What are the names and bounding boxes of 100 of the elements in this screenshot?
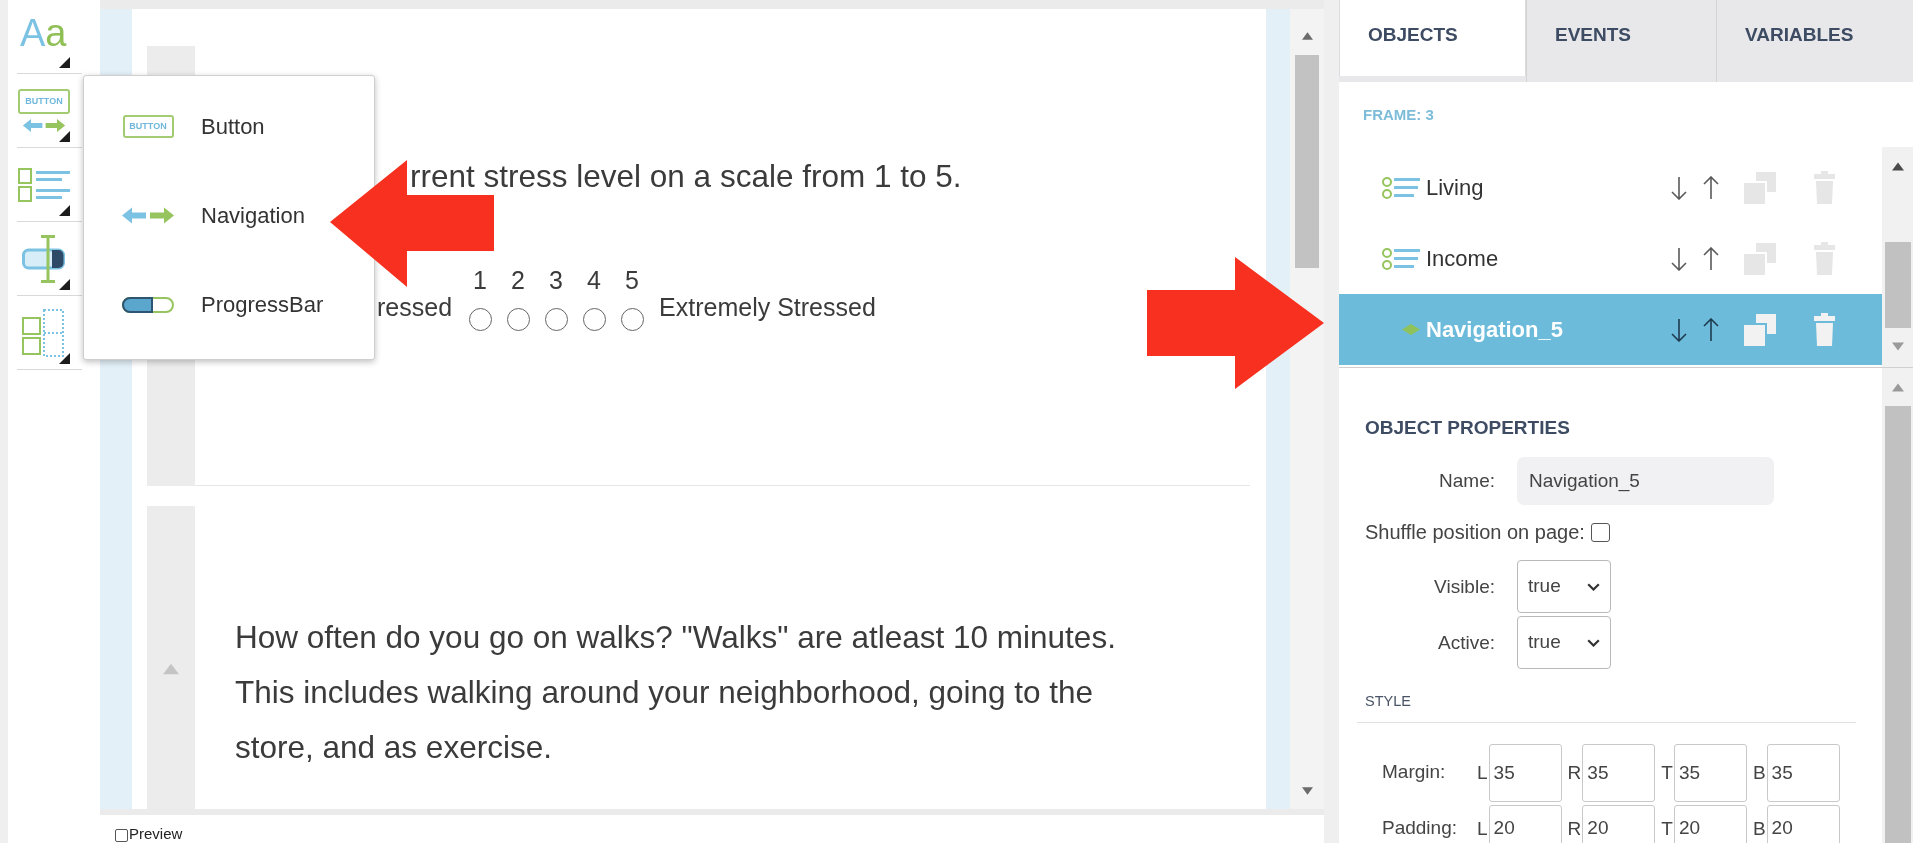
list-icon (1382, 174, 1420, 201)
double-arrow-icon (122, 207, 174, 224)
radio-button[interactable] (582, 308, 606, 331)
side-label: B (1752, 762, 1766, 784)
field-label: Visible: (1434, 575, 1495, 598)
copy-icon (1744, 313, 1776, 346)
arrow-down-icon (1670, 317, 1688, 342)
scrollbar-thumb[interactable] (1295, 55, 1319, 268)
trash-icon (1814, 171, 1835, 204)
scale-label: Extremely Stressed (659, 292, 876, 322)
arrow-up-icon (1702, 317, 1720, 342)
layout-grid-icon (22, 308, 64, 357)
chevron-down-icon (1587, 582, 1600, 591)
move-down-button[interactable] (1670, 175, 1688, 200)
menu-item[interactable]: Navigation (122, 171, 305, 260)
list-icon (18, 167, 70, 202)
number-field[interactable]: 35 (1673, 744, 1747, 802)
chevron-down-icon (1587, 638, 1600, 647)
radio-button[interactable] (620, 308, 644, 331)
copy-icon (1744, 242, 1776, 275)
arrow-down-icon (1670, 175, 1688, 200)
scale-label: ressed (377, 292, 453, 322)
scrollbar[interactable] (1290, 9, 1324, 809)
scale-number: 5 (625, 266, 639, 294)
corner-triangle-icon (59, 205, 70, 216)
number-field[interactable]: 20 (1488, 805, 1562, 843)
object-name: Living (1426, 174, 1484, 201)
side-label: L (1477, 762, 1488, 784)
move-up-button[interactable] (1702, 246, 1720, 271)
object-name: Income (1426, 245, 1499, 272)
radio-button[interactable] (544, 308, 568, 331)
checkbox[interactable] (115, 829, 128, 842)
scale-number: 4 (587, 266, 601, 294)
move-down-button[interactable] (1670, 317, 1688, 342)
panel-tab[interactable]: OBJECTS (1339, 0, 1526, 76)
dropdown-select[interactable]: true (1517, 616, 1611, 669)
checkbox[interactable] (1590, 522, 1610, 542)
scrollbar[interactable] (1882, 147, 1913, 367)
section-heading: OBJECT PROPERTIES (1365, 417, 1570, 438)
name-field[interactable]: Navigation_5 (1517, 457, 1774, 505)
side-label: T (1661, 817, 1673, 840)
checkbox-label: Preview (129, 825, 183, 842)
field-label: Margin: (1382, 761, 1446, 782)
dropdown-select[interactable]: true (1517, 560, 1611, 613)
side-label: L (1477, 817, 1488, 840)
arrow-up-icon (1702, 246, 1720, 271)
trash-icon (1814, 313, 1835, 346)
copy-icon (1744, 171, 1776, 204)
side-label: R (1567, 762, 1582, 784)
scale-number: 3 (549, 266, 563, 294)
move-up-button[interactable] (1702, 175, 1720, 200)
scale-number: 1 (473, 266, 487, 294)
number-field[interactable]: 35 (1766, 744, 1840, 802)
question-text: rrent stress level on a scale from 1 to 5. (410, 160, 962, 192)
scroll-down-icon[interactable] (1301, 787, 1313, 795)
side-label: B (1752, 817, 1766, 840)
object-name: Navigation_5 (1426, 316, 1563, 343)
corner-triangle-icon (59, 57, 70, 68)
arrow-down-icon (1670, 246, 1688, 271)
duplicate-button[interactable] (1744, 313, 1776, 346)
scrollbar-thumb[interactable] (1884, 406, 1911, 843)
corner-triangle-icon (59, 353, 70, 364)
number-field[interactable]: 35 (1582, 744, 1656, 802)
button-glyph: BUTTON (122, 115, 174, 138)
radio-button[interactable] (468, 308, 492, 331)
menu-item[interactable]: ProgressBar (122, 260, 324, 349)
side-label: R (1567, 817, 1582, 840)
progress-bar-icon (122, 296, 174, 313)
corner-triangle-icon (59, 131, 70, 142)
scroll-up-icon[interactable] (1891, 162, 1904, 171)
field-label: Padding: (1382, 816, 1457, 838)
number-field[interactable]: 20 (1766, 805, 1840, 843)
diamond-icon (1402, 324, 1420, 335)
question-text: How often do you go on walks? "Walks" are atleast 10 minutes. This includes walking around your neighborhood, going to the store, and as exercise. (235, 618, 1117, 767)
number-field[interactable]: 20 (1582, 805, 1656, 843)
field-label: Shuffle position on page: (1365, 521, 1585, 543)
field-label: Active: (1437, 631, 1495, 654)
field-label: Name: (1439, 470, 1495, 492)
button-glyph: BUTTON (18, 89, 70, 114)
double-arrow-icon (22, 119, 66, 132)
radio-button[interactable] (506, 308, 530, 331)
frame-label: FRAME: 3 (1363, 106, 1434, 123)
move-up-button[interactable] (1702, 317, 1720, 342)
drag-handle[interactable] (147, 506, 195, 809)
scrollbar-thumb[interactable] (1884, 242, 1911, 328)
menu-item[interactable]: BUTTON Button (122, 82, 265, 171)
scroll-up-icon[interactable] (1301, 32, 1313, 40)
delete-button[interactable] (1814, 313, 1835, 346)
scale-number: 2 (511, 266, 525, 294)
move-down-button[interactable] (1670, 246, 1688, 271)
section-heading: STYLE (1365, 693, 1411, 709)
list-icon (1382, 245, 1420, 272)
scroll-down-icon[interactable] (1891, 342, 1904, 351)
text-field-icon (22, 234, 66, 283)
corner-triangle-icon (59, 279, 70, 290)
number-field[interactable]: 35 (1488, 744, 1562, 802)
trash-icon (1814, 242, 1835, 275)
scrollbar[interactable] (1882, 368, 1913, 843)
arrow-up-icon (1702, 175, 1720, 200)
number-field[interactable]: 20 (1673, 805, 1747, 843)
